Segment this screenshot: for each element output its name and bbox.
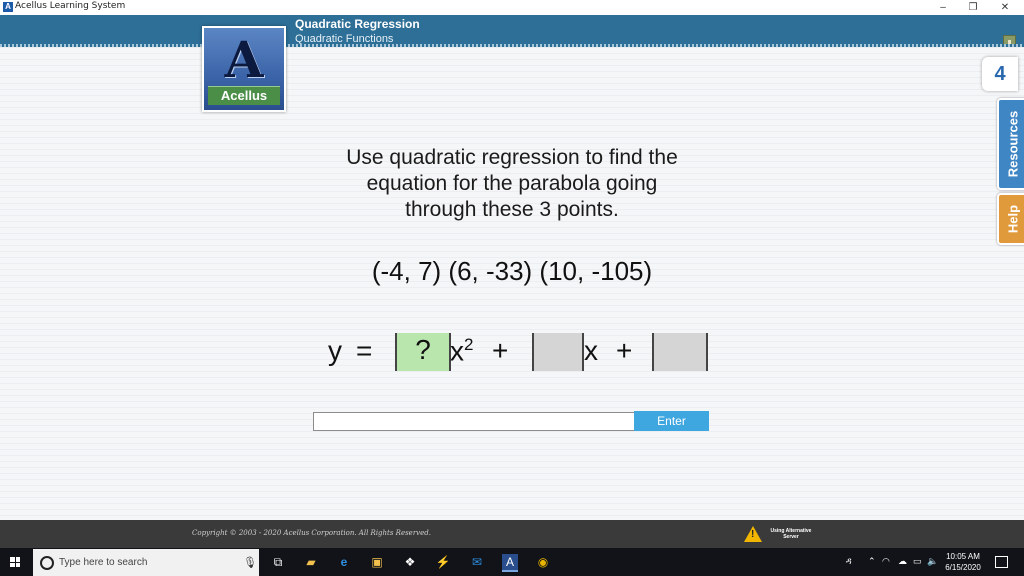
footer-bar: Copyright © 2003 - 2020 Acellus Corporat… xyxy=(0,520,1024,548)
coefficient-c-slot[interactable] xyxy=(652,333,708,371)
window-titlebar: A Acellus Learning System – ❐ ✕ xyxy=(0,0,1024,16)
search-placeholder: Type here to search xyxy=(59,557,148,568)
dropbox-icon[interactable]: ❖ xyxy=(402,554,418,570)
copyright-text: Copyright © 2003 - 2020 Acellus Corporat… xyxy=(192,529,431,537)
prompt-line: equation for the parabola going xyxy=(366,172,658,195)
restore-button[interactable]: ❐ xyxy=(958,0,988,15)
help-label: Help xyxy=(1005,204,1020,234)
onedrive-icon[interactable]: ☁ xyxy=(898,556,907,567)
x-term: x xyxy=(584,335,598,366)
wifi-icon[interactable]: ◠ xyxy=(882,556,890,567)
coefficient-a-slot[interactable]: ? xyxy=(395,333,451,371)
minimize-button[interactable]: – xyxy=(928,0,958,15)
server-status: Using Alternative Server xyxy=(770,528,812,540)
question-prompt: Use quadratic regression to find the equ… xyxy=(300,145,724,223)
mail-icon[interactable]: ✉ xyxy=(469,554,485,570)
question-number-tab[interactable]: 4 xyxy=(982,57,1018,91)
plus-sign: + xyxy=(616,335,633,366)
prompt-line: through these 3 points. xyxy=(405,198,619,221)
enter-button[interactable]: Enter xyxy=(634,411,709,431)
resources-label: Resources xyxy=(1005,110,1020,178)
close-button[interactable]: ✕ xyxy=(990,0,1020,15)
given-points: (-4, 7) (6, -33) (10, -105) xyxy=(371,256,653,286)
microphone-icon[interactable]: 🎙 xyxy=(243,556,257,569)
windows-start-icon[interactable] xyxy=(10,557,20,567)
show-hidden-icons[interactable]: ⌃ xyxy=(868,556,876,567)
equation-y: y xyxy=(328,335,342,366)
taskbar-clock[interactable]: 10:05 AM 6/15/2020 xyxy=(940,551,986,573)
lesson-header: Quadratic Regression Quadratic Functions xyxy=(0,15,1024,57)
file-explorer-icon[interactable]: ▰ xyxy=(303,554,319,570)
course-title: Quadratic Regression xyxy=(295,17,420,31)
help-tab[interactable]: Help xyxy=(997,193,1024,245)
store-icon[interactable]: ▣ xyxy=(369,554,385,570)
clock-date: 6/15/2020 xyxy=(945,563,981,572)
chrome-icon[interactable]: ◉ xyxy=(535,554,551,570)
volume-icon[interactable]: 🔈 xyxy=(927,556,938,567)
equation-equals: = xyxy=(356,335,373,366)
windows-taskbar: Type here to search 🎙 ⧉ ▰ e ▣ ❖ ⚡ ✉ A ◉ … xyxy=(0,548,1024,576)
acellus-logo: A Acellus xyxy=(202,26,286,112)
plus-sign: + xyxy=(492,335,509,366)
prompt-line: Use quadratic regression to find the xyxy=(346,146,678,169)
x-squared-term: x2 xyxy=(450,335,474,367)
answer-input[interactable] xyxy=(313,412,635,431)
window-title: Acellus Learning System xyxy=(15,1,126,11)
cortana-icon xyxy=(40,556,54,570)
clock-time: 10:05 AM xyxy=(946,552,980,561)
logo-mark: A xyxy=(224,30,264,89)
battery-icon[interactable]: ▭ xyxy=(913,556,922,567)
acellus-taskbar-icon[interactable]: A xyxy=(502,554,518,572)
edge-icon[interactable]: e xyxy=(336,554,352,570)
acellus-app-icon: A xyxy=(3,2,13,12)
resources-tab[interactable]: Resources xyxy=(997,98,1024,190)
app-icon[interactable]: ⚡ xyxy=(435,554,451,570)
logo-brand: Acellus xyxy=(208,86,280,105)
task-view-icon[interactable]: ⧉ xyxy=(270,554,286,570)
notification-icon[interactable] xyxy=(995,556,1008,568)
slot-a-placeholder: ? xyxy=(415,334,431,365)
coefficient-b-slot[interactable] xyxy=(532,333,584,371)
warning-icon xyxy=(744,526,762,542)
people-icon[interactable]: ዳ xyxy=(846,556,852,567)
taskbar-search[interactable]: Type here to search 🎙 xyxy=(33,549,259,576)
